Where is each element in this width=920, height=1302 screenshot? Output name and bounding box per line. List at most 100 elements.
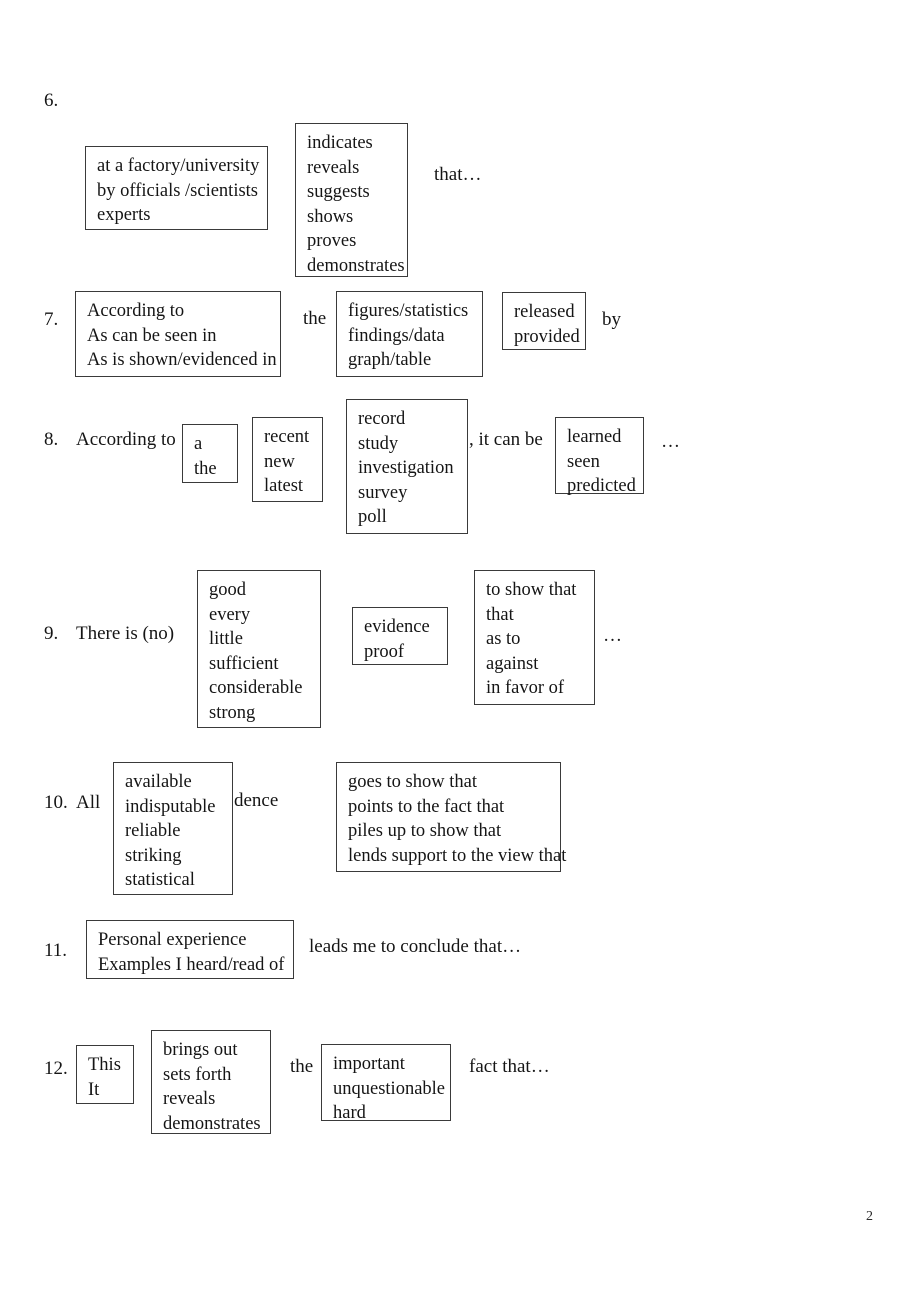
option-box-8d: learned seen predicted xyxy=(555,417,644,496)
option-box-7c: released provided xyxy=(502,292,586,350)
option-box-12b: brings out sets forth reveals demonstrat… xyxy=(151,1030,271,1134)
option-box-9b: evidence proof xyxy=(352,607,448,665)
option-item: as to xyxy=(486,629,521,650)
option-item: investigation xyxy=(358,458,454,479)
option-item: every xyxy=(209,604,251,625)
option-item: shows xyxy=(307,206,354,227)
option-item: learned xyxy=(567,427,622,447)
option-item: statistical xyxy=(125,870,195,891)
option-item: demonstrates xyxy=(163,1113,261,1134)
option-box-9a: good every little sufficient considerabl… xyxy=(197,570,321,728)
connective-7-by: by xyxy=(602,309,621,330)
option-item: seen xyxy=(567,451,600,472)
option-box-10b: goes to show that points to the fact tha… xyxy=(336,762,567,872)
option-item: record xyxy=(358,409,406,429)
option-item: at a factory/university xyxy=(97,156,260,176)
option-item: As is shown/evidenced in xyxy=(87,350,277,371)
item-number-7: 7. xyxy=(44,309,59,330)
option-item: latest xyxy=(264,476,304,497)
connective-9-ellipsis: … xyxy=(603,625,622,646)
option-item: provided xyxy=(514,326,580,347)
option-item: recent xyxy=(264,427,310,447)
option-item: figures/statistics xyxy=(348,301,469,321)
option-item: important xyxy=(333,1054,405,1074)
option-item: to show that xyxy=(486,580,577,600)
item-8-lead-text: According to xyxy=(76,429,176,450)
option-item: findings/data xyxy=(348,325,445,346)
option-item: Personal experience xyxy=(98,930,247,950)
option-item: predicted xyxy=(567,476,636,497)
page-number: 2 xyxy=(866,1209,873,1224)
option-box-9c: to show that that as to against in favor… xyxy=(474,570,595,705)
option-item: sets forth xyxy=(163,1064,232,1085)
option-item: striking xyxy=(125,845,182,866)
option-item: indisputable xyxy=(125,796,216,817)
option-item: proves xyxy=(307,231,357,252)
option-item: by officials /scientists xyxy=(97,180,258,201)
option-item: suggests xyxy=(307,182,370,203)
item-number-12: 12. xyxy=(44,1058,68,1079)
connective-11-leads-me-to-conclude: leads me to conclude that… xyxy=(309,936,522,957)
option-box-6b: indicates reveals suggests shows proves … xyxy=(295,123,408,277)
option-item: in favor of xyxy=(486,678,565,699)
option-item: good xyxy=(209,580,246,600)
connective-12-the: the xyxy=(290,1056,314,1077)
item-9-lead-text: There is (no) xyxy=(76,623,175,644)
option-box-11a: Personal experience Examples I heard/rea… xyxy=(86,920,294,979)
option-item: reveals xyxy=(307,157,360,178)
connective-8-ellipsis: … xyxy=(661,431,680,452)
option-box-8b: recent new latest xyxy=(252,417,323,502)
option-item: little xyxy=(209,629,243,650)
option-item: piles up to show that xyxy=(348,821,502,842)
option-item: points to the fact that xyxy=(348,796,505,817)
item-number-11: 11. xyxy=(44,940,68,961)
option-item: evidence xyxy=(364,617,430,637)
item-10-lead-text: All xyxy=(76,792,101,813)
connective-6-that: that… xyxy=(434,164,482,185)
option-item: that xyxy=(486,604,514,625)
option-item: a xyxy=(194,434,203,454)
option-item: As can be seen in xyxy=(87,325,217,346)
connective-10-dence: dence xyxy=(234,790,279,811)
option-item: It xyxy=(88,1079,100,1100)
option-item: study xyxy=(358,433,399,454)
item-number-6: 6. xyxy=(44,90,59,111)
document-page: 6. at a factory/university by officials … xyxy=(0,0,920,1302)
option-item: survey xyxy=(358,482,408,503)
option-item: experts xyxy=(97,205,151,226)
option-item: proof xyxy=(364,641,405,662)
option-item: poll xyxy=(358,507,387,528)
option-item: considerable xyxy=(209,678,303,699)
option-box-12a: This It xyxy=(76,1045,134,1104)
option-item: indicates xyxy=(307,133,373,153)
option-item: new xyxy=(264,451,295,472)
option-item: the xyxy=(194,458,217,479)
option-item: reliable xyxy=(125,821,181,842)
option-box-7b: figures/statistics findings/data graph/t… xyxy=(336,291,483,377)
option-item: against xyxy=(486,653,539,674)
option-box-10a: available indisputable reliable striking… xyxy=(113,762,233,895)
item-number-9: 9. xyxy=(44,623,59,644)
option-item: graph/table xyxy=(348,350,432,371)
connective-7-the: the xyxy=(303,308,327,329)
option-item: demonstrates xyxy=(307,255,405,276)
option-item: sufficient xyxy=(209,653,279,674)
option-item: available xyxy=(125,772,192,792)
connective-12-fact-that: fact that… xyxy=(469,1056,550,1077)
option-item: released xyxy=(514,302,575,322)
option-box-6a: at a factory/university by officials /sc… xyxy=(85,146,268,230)
item-number-8: 8. xyxy=(44,429,59,450)
item-number-10: 10. xyxy=(44,792,68,813)
option-item: hard xyxy=(333,1103,366,1124)
option-box-8a: a the xyxy=(182,424,238,483)
option-item: goes to show that xyxy=(348,772,477,792)
option-item: Examples I heard/read of xyxy=(98,954,285,975)
option-item: lends support to the view that xyxy=(348,845,567,866)
option-box-7a: According to As can be seen in As is sho… xyxy=(75,291,281,377)
option-box-12c: important unquestionable hard xyxy=(321,1044,451,1123)
option-item: brings out xyxy=(163,1040,238,1060)
option-item: This xyxy=(88,1055,121,1075)
option-item: According to xyxy=(87,301,185,321)
option-item: strong xyxy=(209,702,256,723)
connective-8-it-can-be: , it can be xyxy=(469,429,543,450)
